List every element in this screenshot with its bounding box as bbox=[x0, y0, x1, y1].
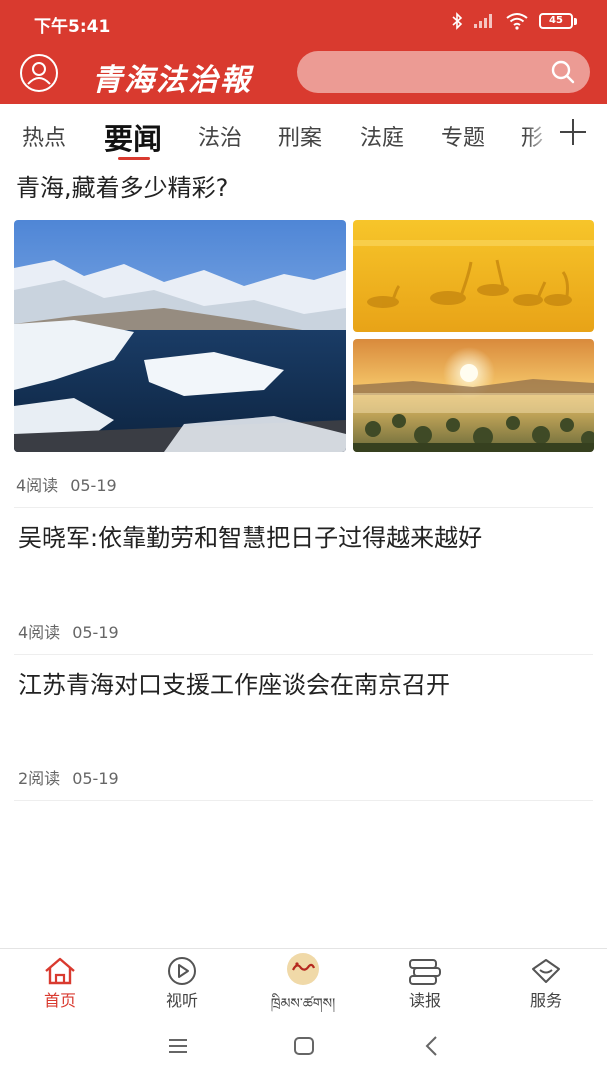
nav-services[interactable]: 服务 bbox=[496, 949, 596, 1013]
signal-icon bbox=[474, 14, 492, 28]
bottom-navigation: 首页 视听 ཁྲིམས་ཚགས། 读报 服务 bbox=[0, 948, 607, 1012]
user-icon bbox=[27, 62, 51, 85]
tabs-fade bbox=[525, 104, 555, 160]
search-bar[interactable] bbox=[297, 51, 590, 93]
play-icon bbox=[168, 957, 196, 985]
tab-rule-of-law[interactable]: 法治 bbox=[198, 120, 242, 152]
divider bbox=[14, 654, 593, 655]
publish-date: 05-19 bbox=[72, 769, 119, 788]
back-icon[interactable] bbox=[420, 1034, 444, 1058]
publish-date: 05-19 bbox=[72, 623, 119, 642]
app-header: 下午5:41 45 青海法治報 bbox=[0, 0, 607, 104]
active-tab-indicator bbox=[118, 157, 150, 160]
article-meta: 2阅读 05-19 bbox=[18, 765, 119, 789]
bluetooth-icon bbox=[452, 12, 463, 30]
article-title[interactable]: 江苏青海对口支援工作座谈会在南京召开 bbox=[18, 666, 583, 704]
status-icons: 45 bbox=[451, 12, 577, 30]
tibetan-logo-icon bbox=[287, 953, 319, 985]
menu-icon[interactable] bbox=[166, 1034, 190, 1058]
divider bbox=[14, 800, 593, 801]
article-title[interactable]: 青海,藏着多少精彩? bbox=[16, 169, 591, 207]
publish-date: 05-19 bbox=[70, 476, 117, 495]
tab-court[interactable]: 法庭 bbox=[360, 120, 404, 152]
tab-hot[interactable]: 热点 bbox=[22, 120, 66, 152]
tab-criminal-cases[interactable]: 刑案 bbox=[278, 120, 322, 152]
home-square-icon[interactable] bbox=[292, 1034, 316, 1058]
nav-audio-video[interactable]: 视听 bbox=[132, 949, 232, 1013]
status-time: 下午5:41 bbox=[34, 17, 111, 37]
user-avatar-button[interactable] bbox=[20, 54, 58, 92]
article-meta: 4阅读 05-19 bbox=[16, 472, 117, 496]
nav-read-paper[interactable]: 读报 bbox=[375, 949, 475, 1013]
channel-tabs: 热点 要闻 法治 刑案 法庭 专题 形 bbox=[0, 104, 607, 166]
article-meta: 4阅读 05-19 bbox=[18, 619, 119, 643]
nav-tibetan[interactable]: ཁྲིམས་ཚགས། bbox=[253, 949, 353, 1013]
status-bar: 下午5:41 45 bbox=[0, 0, 607, 46]
newspaper-icon bbox=[409, 959, 441, 985]
article-title[interactable]: 吴晓军:依靠勤劳和智慧把日子过得越来越好 bbox=[18, 519, 583, 557]
divider bbox=[14, 507, 593, 508]
read-count: 2阅读 bbox=[18, 769, 61, 788]
article-image-swans[interactable] bbox=[353, 220, 594, 332]
wifi-icon bbox=[506, 13, 528, 30]
app-logo: 青海法治報 bbox=[92, 63, 252, 98]
tab-headlines[interactable]: 要闻 bbox=[104, 116, 162, 158]
battery-icon: 45 bbox=[539, 13, 577, 29]
nav-home[interactable]: 首页 bbox=[10, 949, 110, 1013]
system-navigation-bar bbox=[0, 1012, 607, 1080]
service-icon bbox=[532, 959, 560, 983]
home-icon bbox=[45, 957, 75, 985]
article-image-sunrise[interactable] bbox=[353, 339, 594, 452]
add-channel-icon[interactable] bbox=[556, 115, 590, 149]
article-image-snow-lake[interactable] bbox=[14, 220, 346, 452]
read-count: 4阅读 bbox=[18, 623, 61, 642]
read-count: 4阅读 bbox=[16, 476, 59, 495]
search-icon[interactable] bbox=[550, 59, 576, 85]
tab-topics[interactable]: 专题 bbox=[441, 120, 485, 152]
